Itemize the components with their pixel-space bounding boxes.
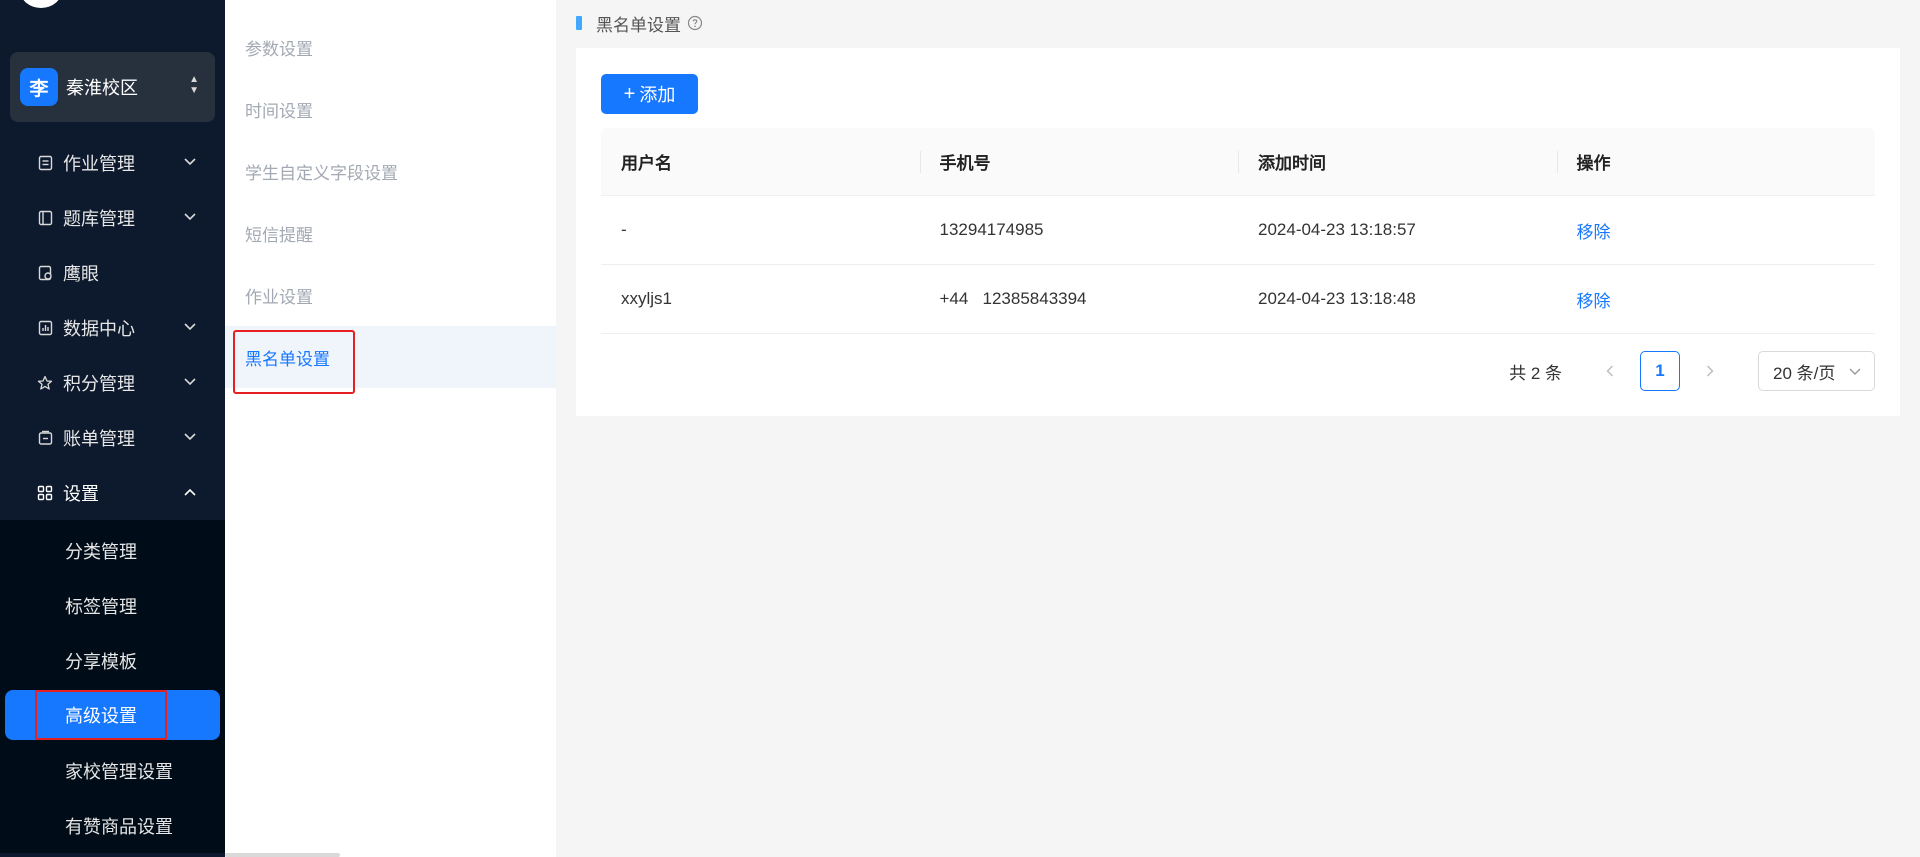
table-row: - 13294174985 2024-04-23 13:18:57 移除 — [601, 196, 1875, 265]
submenu-item-category[interactable]: 分类管理 — [0, 523, 225, 578]
chevron-up-icon — [181, 483, 199, 501]
pagination-total: 共 2 条 — [1509, 363, 1562, 383]
menu-item-label: 题库管理 — [63, 208, 135, 229]
subnav-item-homework[interactable]: 作业设置 — [225, 264, 556, 326]
subnav-item-student-fields[interactable]: 学生自定义字段设置 — [225, 140, 556, 202]
menu-item-eagle-eye[interactable]: 鹰眼 — [0, 245, 225, 300]
grid-icon — [36, 484, 54, 502]
highlight-box — [35, 690, 167, 740]
page-button-current[interactable]: 1 — [1640, 351, 1680, 391]
settings-subnav: 参数设置 时间设置 学生自定义字段设置 短信提醒 作业设置 黑名单设置 — [225, 0, 556, 857]
menu-item-label: 设置 — [63, 483, 99, 504]
submenu-item-youzan-goods[interactable]: 有赞商品设置 — [0, 798, 225, 853]
submenu-item-home-school[interactable]: 家校管理设置 — [0, 743, 225, 798]
campus-switcher[interactable]: 李 秦淮校区 ▲ ▼ — [10, 52, 215, 122]
menu-item-question-bank[interactable]: 题库管理 — [0, 190, 225, 245]
settings-submenu: 分类管理 标签管理 分享模板 高级设置 家校管理设置 有赞商品设置 — [0, 520, 225, 853]
submenu-item-tags[interactable]: 标签管理 — [0, 578, 225, 633]
menu-item-label: 账单管理 — [63, 428, 135, 449]
campus-avatar: 李 — [20, 68, 58, 106]
chevron-left-icon — [1606, 365, 1614, 377]
main-content: 黑名单设置 + 添加 用户名 手机号 添加时间 操作 - 13294174985… — [556, 0, 1920, 857]
pagination: 共 2 条 1 20 条/页 — [1509, 351, 1875, 391]
cell-phone: +44 12385843394 — [939, 289, 1087, 308]
title-accent-bar — [576, 16, 582, 30]
menu-item-data-center[interactable]: 数据中心 — [0, 300, 225, 355]
menu-item-homework[interactable]: 作业管理 — [0, 135, 225, 190]
table-row: xxyljs1 +44 12385843394 2024-04-23 13:18… — [601, 265, 1875, 334]
chevron-down-icon — [181, 208, 199, 226]
cell-added-time: 2024-04-23 13:18:48 — [1258, 289, 1416, 308]
menu-item-points[interactable]: 积分管理 — [0, 355, 225, 410]
menu-item-label: 作业管理 — [63, 153, 135, 174]
plus-icon: + — [623, 83, 636, 105]
logo — [20, 0, 62, 8]
campus-name: 秦淮校区 — [66, 78, 138, 98]
help-icon[interactable] — [687, 15, 703, 31]
chart-icon — [36, 319, 54, 337]
book-icon — [36, 209, 54, 227]
column-header-phone: 手机号 — [919, 128, 1239, 195]
menu-item-settings[interactable]: 设置 — [0, 465, 225, 520]
eye-icon — [36, 264, 54, 282]
prev-page-button[interactable] — [1594, 355, 1626, 387]
page-title: 黑名单设置 — [596, 15, 681, 35]
menu-item-billing[interactable]: 账单管理 — [0, 410, 225, 465]
chevron-down-icon — [181, 373, 199, 391]
horizontal-scrollbar[interactable] — [225, 853, 340, 857]
subnav-item-sms-reminder[interactable]: 短信提醒 — [225, 202, 556, 264]
main-sidebar: 李 秦淮校区 ▲ ▼ 作业管理 题库管理 鹰眼 数据中心 积分管理 账单管理 设… — [0, 0, 225, 857]
highlight-box — [233, 330, 355, 394]
blacklist-table: 用户名 手机号 添加时间 操作 - 13294174985 2024-04-23… — [601, 128, 1875, 334]
blacklist-card: + 添加 用户名 手机号 添加时间 操作 - 13294174985 2024-… — [576, 48, 1900, 416]
page-header: 黑名单设置 — [576, 10, 703, 36]
chevron-down-icon — [181, 153, 199, 171]
cell-username: xxyljs1 — [621, 289, 673, 308]
submenu-item-share-template[interactable]: 分享模板 — [0, 633, 225, 688]
menu-item-label: 数据中心 — [63, 318, 135, 339]
chevron-down-icon — [181, 318, 199, 336]
chevron-right-icon — [1706, 365, 1714, 377]
cell-added-time: 2024-04-23 13:18:57 — [1258, 220, 1416, 239]
column-header-added-time: 添加时间 — [1238, 128, 1557, 195]
column-header-action: 操作 — [1556, 128, 1876, 195]
chevron-down-icon — [1848, 364, 1862, 378]
column-header-username: 用户名 — [621, 154, 672, 173]
table-header: 用户名 手机号 添加时间 操作 — [601, 128, 1875, 196]
chevron-down-icon — [181, 428, 199, 446]
remove-link[interactable]: 移除 — [1557, 287, 1876, 312]
next-page-button[interactable] — [1694, 355, 1726, 387]
page-size-value: 20 条/页 — [1773, 363, 1836, 383]
subnav-item-time[interactable]: 时间设置 — [225, 78, 556, 140]
subnav-item-params[interactable]: 参数设置 — [225, 16, 556, 78]
star-icon — [36, 374, 54, 392]
bill-icon — [36, 429, 54, 447]
remove-link[interactable]: 移除 — [1557, 218, 1876, 243]
add-button[interactable]: + 添加 — [601, 74, 698, 114]
add-button-label: 添加 — [639, 85, 676, 105]
sort-arrows-icon: ▲ ▼ — [189, 74, 199, 96]
main-menu: 作业管理 题库管理 鹰眼 数据中心 积分管理 账单管理 设置 分类管理 标签管理… — [0, 135, 225, 853]
cell-phone: 13294174985 — [939, 220, 1044, 239]
page-size-select[interactable]: 20 条/页 — [1758, 351, 1875, 391]
cell-username: - — [621, 220, 627, 239]
menu-item-label: 鹰眼 — [63, 263, 99, 284]
document-icon — [36, 154, 54, 172]
menu-item-label: 积分管理 — [63, 373, 135, 394]
